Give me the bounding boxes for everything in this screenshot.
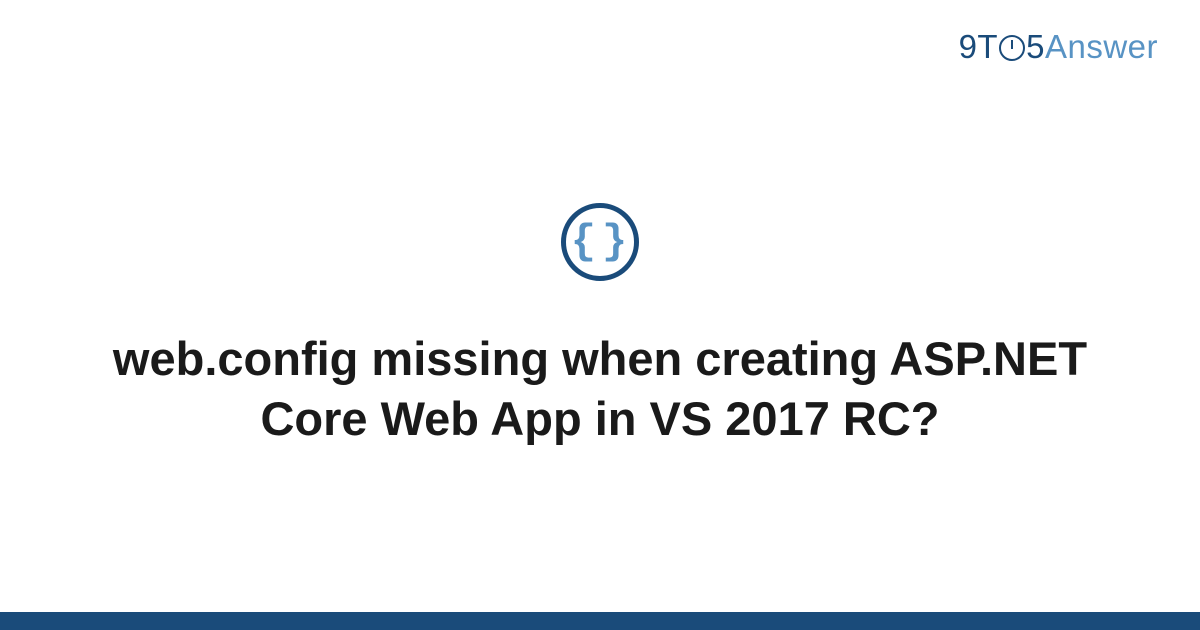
footer-bar — [0, 612, 1200, 630]
category-icon-circle: {} — [561, 203, 639, 281]
question-title: web.config missing when creating ASP.NET… — [110, 329, 1090, 449]
main-content: {} web.config missing when creating ASP.… — [0, 0, 1200, 612]
code-braces-icon: {} — [567, 221, 633, 263]
